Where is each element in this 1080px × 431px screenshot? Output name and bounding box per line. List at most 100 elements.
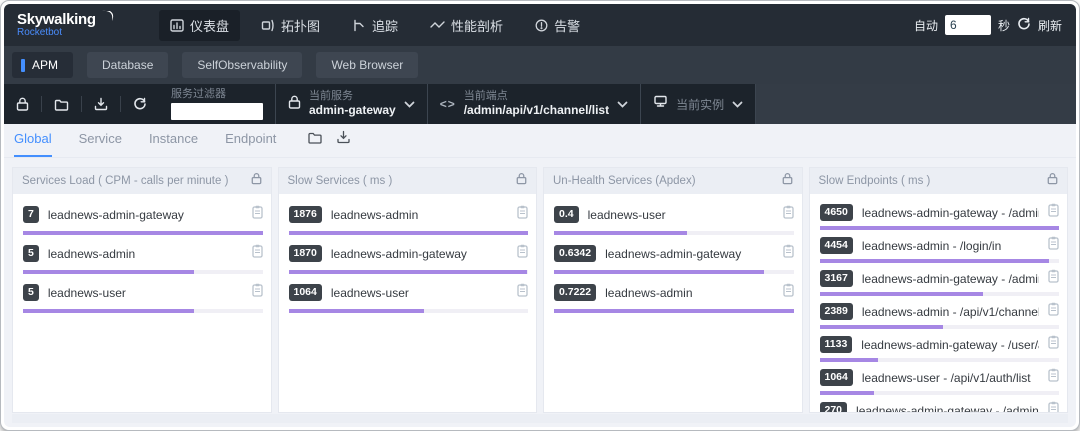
list-item[interactable]: 1870leadnews-admin-gateway — [279, 238, 537, 277]
value-bar — [289, 270, 528, 274]
list-item[interactable]: 4650leadnews-admin-gateway - /admin/logi… — [810, 199, 1068, 232]
copy-icon[interactable] — [1048, 335, 1059, 354]
panels: Services Load ( CPM - calls per minute )… — [12, 167, 1068, 413]
logo: Skywalking Rocketbot — [17, 12, 117, 38]
next-row-panel-peek — [12, 414, 1068, 423]
copy-icon[interactable] — [783, 283, 794, 302]
scope-tab-endpoint[interactable]: Endpoint — [225, 131, 276, 157]
value-badge: 4454 — [820, 237, 853, 254]
copy-icon[interactable] — [1048, 269, 1059, 288]
value-badge: 7 — [23, 206, 39, 223]
panel-title: Slow Endpoints ( ms ) — [819, 175, 931, 187]
item-label: leadnews-admin-gateway - /admin/api/... — [862, 272, 1039, 286]
copy-icon[interactable] — [252, 205, 263, 224]
copy-icon[interactable] — [517, 283, 528, 302]
nav-item-trace[interactable]: 追踪 — [341, 10, 409, 41]
value-badge: 270 — [820, 402, 848, 412]
lock-toggle-button[interactable] — [4, 97, 41, 111]
copy-icon[interactable] — [1048, 302, 1059, 321]
copy-icon[interactable] — [1048, 203, 1059, 222]
toolbar-refresh-button[interactable] — [121, 97, 159, 111]
current-endpoint-selector[interactable]: <> 当前端点 /admin/api/v1/channel/list — [428, 90, 640, 119]
panel-lock-icon[interactable] — [782, 172, 793, 190]
copy-icon[interactable] — [252, 244, 263, 263]
layer-tab-database[interactable]: Database — [87, 52, 168, 78]
nav-item-profile[interactable]: 性能剖析 — [419, 10, 514, 41]
chevron-down-icon — [732, 95, 743, 113]
topology-icon — [261, 19, 275, 32]
list-item[interactable]: 7leadnews-admin-gateway — [13, 199, 271, 238]
list-item[interactable]: 0.7222leadnews-admin — [544, 277, 802, 316]
list-item[interactable]: 3167 leadnews-admin-gateway - /admin/api/… — [810, 265, 1068, 298]
scope-tab-global[interactable]: Global — [14, 131, 52, 157]
alarm-icon — [535, 19, 548, 32]
list-item[interactable]: 5 leadnews-admin — [13, 238, 271, 277]
layer-tab-web-browser[interactable]: Web Browser — [316, 52, 418, 78]
copy-icon[interactable] — [517, 205, 528, 224]
auto-label: 自动 — [914, 17, 938, 34]
current-instance-selector[interactable]: 当前实例 — [641, 95, 755, 113]
list-item[interactable]: 1133leadnews-admin-gateway - /user/api/v… — [810, 331, 1068, 364]
refresh-icon[interactable] — [1017, 17, 1031, 34]
value-bar-track — [820, 325, 1060, 329]
nav-item-label: 告警 — [554, 16, 580, 35]
value-bar-track — [23, 309, 263, 313]
service-filter-input[interactable] — [171, 103, 263, 120]
download-button[interactable] — [82, 97, 120, 111]
nav-item-dashboard[interactable]: 仪表盘 — [159, 10, 240, 41]
item-label: leadnews-admin-gateway - /admin/api/v — [856, 404, 1039, 413]
value-badge: 3167 — [820, 270, 853, 287]
value-bar — [554, 309, 794, 313]
value-badge: 5 — [23, 245, 39, 262]
scope-tab-service[interactable]: Service — [79, 131, 122, 157]
main-nav: 仪表盘 拓扑图 追踪 性能剖析 — [159, 10, 591, 41]
value-badge: 0.6342 — [554, 245, 596, 262]
list-item[interactable]: 5leadnews-user — [13, 277, 271, 316]
scope-tab-instance[interactable]: Instance — [149, 131, 198, 157]
copy-icon[interactable] — [1048, 368, 1059, 387]
value-badge: 0.7222 — [554, 284, 596, 301]
value-bar — [554, 231, 687, 235]
value-bar-track — [554, 309, 794, 313]
copy-icon[interactable] — [783, 205, 794, 224]
current-endpoint-value: /admin/api/v1/channel/list — [464, 103, 609, 118]
copy-icon[interactable] — [1048, 236, 1059, 255]
download-icon[interactable] — [336, 130, 351, 149]
copy-icon[interactable] — [1048, 401, 1059, 412]
code-brackets-icon: <> — [440, 97, 456, 111]
panel-lock-icon[interactable] — [251, 172, 262, 190]
folder-button[interactable] — [42, 98, 81, 111]
list-item[interactable]: 2389leadnews-admin - /api/v1/channel/lis… — [810, 298, 1068, 331]
layer-tab-label: Database — [102, 58, 153, 72]
list-item[interactable]: 1064leadnews-user — [279, 277, 537, 316]
list-item[interactable]: 270 leadnews-admin-gateway - /admin/api/v — [810, 397, 1068, 412]
current-service-selector[interactable]: 当前服务 admin-gateway — [276, 90, 427, 119]
toolbar-left: 服务过滤器 当前服务 admin-gateway <> — [4, 84, 756, 124]
layer-tab-selfobservability[interactable]: SelfObservability — [182, 52, 302, 78]
service-filter-label: 服务过滤器 — [171, 88, 263, 102]
value-bar — [23, 309, 194, 313]
nav-item-alarm[interactable]: 告警 — [524, 10, 591, 41]
list-item[interactable]: 0.6342leadnews-admin-gateway — [544, 238, 802, 277]
panel-header: Slow Services ( ms ) — [279, 168, 537, 194]
refresh-interval-input[interactable] — [945, 15, 991, 35]
copy-icon[interactable] — [517, 244, 528, 263]
list-item[interactable]: 1876leadnews-admin — [279, 199, 537, 238]
list-item[interactable]: 0.4leadnews-user — [544, 199, 802, 238]
refresh-label[interactable]: 刷新 — [1038, 17, 1062, 34]
copy-icon[interactable] — [252, 283, 263, 302]
panel-lock-icon[interactable] — [1047, 172, 1058, 190]
item-label: leadnews-user — [48, 286, 243, 300]
layer-tab-apm[interactable]: APM — [12, 52, 73, 78]
list-item[interactable]: 4454leadnews-admin - /login/in — [810, 232, 1068, 265]
item-label: leadnews-admin-gateway - /admin/logi... — [862, 206, 1039, 220]
value-bar-track — [820, 358, 1060, 362]
item-label: leadnews-admin — [48, 247, 243, 261]
copy-icon[interactable] — [783, 244, 794, 263]
current-service-value: admin-gateway — [309, 103, 396, 118]
list-item[interactable]: 1064leadnews-user - /api/v1/auth/list — [810, 364, 1068, 397]
panel-lock-icon[interactable] — [516, 172, 527, 190]
nav-item-topology[interactable]: 拓扑图 — [250, 10, 331, 41]
dashboard-panel: Services Load ( CPM - calls per minute )… — [12, 167, 272, 413]
folder-icon[interactable] — [307, 131, 323, 149]
